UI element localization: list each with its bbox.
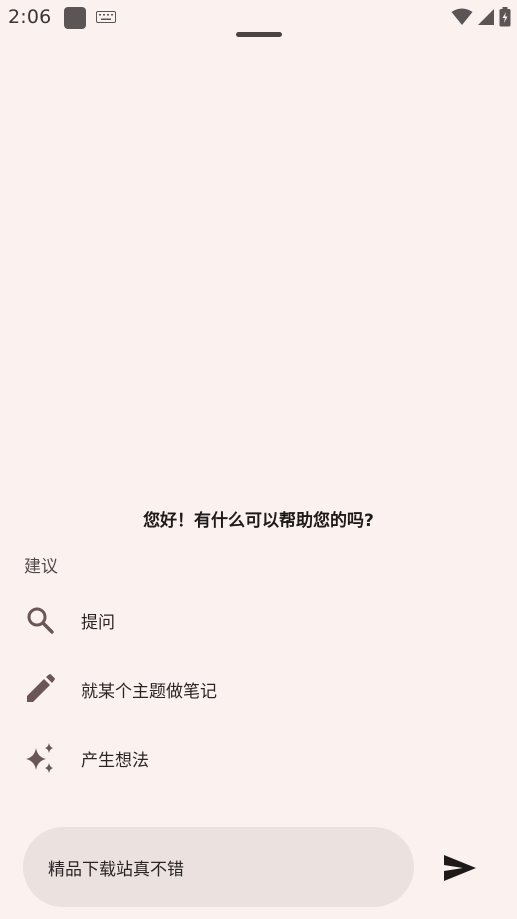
- message-input[interactable]: [46, 856, 390, 878]
- send-icon: [444, 855, 476, 881]
- send-button[interactable]: [440, 850, 480, 886]
- suggestion-ask-question[interactable]: 提问: [0, 590, 517, 650]
- suggestion-take-notes[interactable]: 就某个主题做笔记: [0, 659, 517, 719]
- suggestion-label: 产生想法: [81, 750, 149, 771]
- pencil-icon: [24, 673, 56, 705]
- suggestion-label: 提问: [81, 612, 115, 633]
- assistant-sheet: 您好！有什么可以帮助您的吗? 建议 提问 就某个主题做笔记 产生想法 精品下载站…: [0, 0, 517, 919]
- sparkle-icon: [24, 742, 56, 774]
- suggestion-label: 就某个主题做笔记: [81, 681, 217, 702]
- message-input-container[interactable]: [23, 827, 414, 907]
- suggestion-generate-ideas[interactable]: 产生想法: [0, 728, 517, 788]
- search-icon: [24, 604, 56, 636]
- suggestions-label: 建议: [24, 557, 58, 577]
- greeting-text: 您好！有什么可以帮助您的吗?: [143, 511, 374, 531]
- drag-handle[interactable]: [236, 32, 282, 37]
